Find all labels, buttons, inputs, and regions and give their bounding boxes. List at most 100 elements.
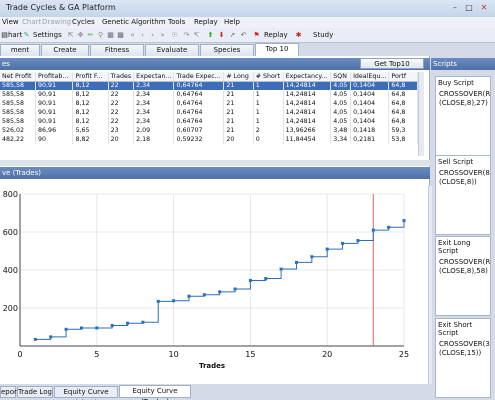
nav-left-icon[interactable]: ‹ [138,31,147,40]
chart-splitter-handle[interactable] [428,186,432,384]
table-cell: 21 [223,90,254,99]
sell-script-editor[interactable]: CROSSOVER(8 (CLOSE,8)) [436,168,490,188]
table-cell: 0,1404 [350,99,390,108]
table-row[interactable]: 585,58 90,91 8,12 22 2,34 0,64764 21 1 14,24814 4… [0,99,418,108]
x-tick-label: 0 [17,350,22,359]
table-cell: 20 [223,135,254,144]
diagonal-icon[interactable]: ➚ [228,31,237,40]
table-cell: 0,1404 [350,90,390,99]
col-portfolio[interactable]: Portf [388,72,418,82]
minimize-icon[interactable]: – [449,2,461,13]
table-cell: 64,8 [388,99,418,108]
table-row[interactable]: 585,58 90,91 8,12 22 2,34 0,64764 21 1 14,24814 4… [0,108,418,117]
equity-point [387,225,391,229]
equity-point [172,299,176,303]
tab-trade-log[interactable]: Trade Log [17,386,53,398]
table-cell: 5,65 [72,126,109,135]
tab-equity-time[interactable]: Equity Curve (Time) [54,386,118,400]
maximize-icon[interactable]: □ [463,2,475,13]
equity-chart: 0 5 10 15 20 25 200 400 600 800 Trades [0,180,430,380]
y-tick-label: 800 [3,190,18,199]
col-ideal-equity[interactable]: IdealEqu... [350,72,390,82]
tab-top10[interactable]: Top 10 [255,43,299,56]
table-cell: 64,8 [388,81,418,90]
col-long[interactable]: # Long [223,72,254,82]
table-row[interactable]: 526,02 86,96 5,65 23 2,09 0,60707 21 2 13,96266 3… [0,126,418,135]
table-cell: 0,64764 [173,99,225,108]
nav-back-icon[interactable]: « [128,31,137,40]
table-cell: 90,91 [35,117,74,126]
col-short[interactable]: # Short [253,72,284,82]
table-cell: 90,91 [35,81,74,90]
zoom-icon[interactable]: ⚲ [96,31,105,40]
col-sqn[interactable]: SQN [330,72,352,82]
table-row[interactable]: 585,58 90,91 8,12 22 2,34 0,64764 21 1 14,24814 4… [0,81,418,90]
tab-fitness[interactable]: Fitness [90,44,144,56]
grid-icon[interactable]: ▦ [106,31,115,40]
equity-point [294,260,298,264]
col-net-profit[interactable]: Net Profit [0,72,37,82]
menu-cycles[interactable]: Cycles [72,18,95,26]
table-row[interactable]: 585,58 90,91 8,12 22 2,34 0,64764 21 1 14,24814 4… [0,117,418,126]
tab-report[interactable]: eport [0,386,20,398]
table-cell: 21 [223,126,254,135]
down-arrow-icon[interactable]: ⬇ [217,31,226,40]
menu-view[interactable]: View [2,18,19,26]
image-icon[interactable]: ▩ [116,31,125,40]
scripts-header: Scripts [431,58,495,70]
cursor-icon[interactable]: ⇱ [66,31,75,40]
exit-short-script-label: Exit Short Script [438,321,473,337]
exit-short-script-editor[interactable]: CROSSOVER(3 (CLOSE,15)) [436,339,490,359]
ruler-icon[interactable]: ↷ [182,31,191,40]
col-profit-factor[interactable]: Profit F... [72,72,109,82]
study-icon: ✱ [295,31,302,39]
table-cell: 4,05 [330,108,352,117]
table-cell: 482,22 [0,135,37,144]
nav-right-icon[interactable]: › [148,31,157,40]
col-expectancy-score[interactable]: Expectancy... [283,72,332,82]
table-row[interactable]: 482,22 90 8,82 20 2,18 0,59232 20 0 11,84454 3,34… [0,135,418,144]
menu-genetic-algorithm[interactable]: Genetic Algorithm [102,18,166,26]
get-top10-button[interactable]: Get Top10 [360,58,424,69]
y-tick-label: 600 [3,228,18,237]
tab-equity-trades[interactable]: Equity Curve (Trades) [119,385,191,400]
exit-long-script-editor[interactable]: CROSSOVER(R (CLOSE,8),58) [436,257,490,277]
col-profitability[interactable]: Profitab... [35,72,74,82]
tab-create[interactable]: Create [41,44,89,56]
tab-species[interactable]: Species [200,44,254,56]
move-icon[interactable]: ✥ [76,31,85,40]
col-trade-expectancy[interactable]: Trade Expec... [173,72,225,82]
exit-long-script-box: Exit Long Script CROSSOVER(R (CLOSE,8),5… [435,236,491,316]
replay-button[interactable]: Replay [264,31,288,39]
settings-icon: ✎ [23,31,30,39]
tab-management[interactable]: ment [0,44,40,56]
table-cell: 14,24814 [283,117,332,126]
table-scrollbar[interactable] [418,72,424,156]
menu-help[interactable]: Help [224,18,240,26]
tab-evaluate[interactable]: Evaluate [145,44,199,56]
close-icon[interactable]: ✕ [478,2,490,13]
buy-script-editor[interactable]: CROSSOVER(R (CLOSE,8),27) [436,89,490,109]
nav-forward-icon[interactable]: » [158,31,167,40]
toolbar: ▤ hart ✎ Settings ⇱ ✥ ✏ ⚲ ▦ ▩ « ‹ › » ☉ … [0,28,495,43]
panel-splitter[interactable] [0,160,430,166]
line-tool-icon[interactable]: ✏ [86,31,95,40]
buy-script-box: Buy Script CROSSOVER(R (CLOSE,8),27) [435,76,491,156]
undo-icon[interactable]: ↶ [239,31,248,40]
menu-replay[interactable]: Replay [194,18,218,26]
settings-button[interactable]: Settings [33,31,62,39]
pin-icon[interactable]: ☉ [170,31,179,40]
table-cell: 585,58 [0,90,37,99]
chart-button[interactable]: hart [8,31,22,39]
menu-chart[interactable]: Chart [22,18,41,26]
col-trades[interactable]: Trades [108,72,135,82]
menu-tools[interactable]: Tools [168,18,185,26]
up-arrow-icon[interactable]: ⬆ [206,31,215,40]
table-cell: 1 [253,117,284,126]
equity-point [341,241,345,245]
study-button[interactable]: Study [313,31,333,39]
table-row[interactable]: 585,58 90,91 8,12 22 2,34 0,64764 21 1 14,24814 4… [0,90,418,99]
measure-icon[interactable]: ↸ [192,31,201,40]
menu-drawing[interactable]: Drawing [42,18,71,26]
col-expectancy[interactable]: Expectan... [133,72,175,82]
